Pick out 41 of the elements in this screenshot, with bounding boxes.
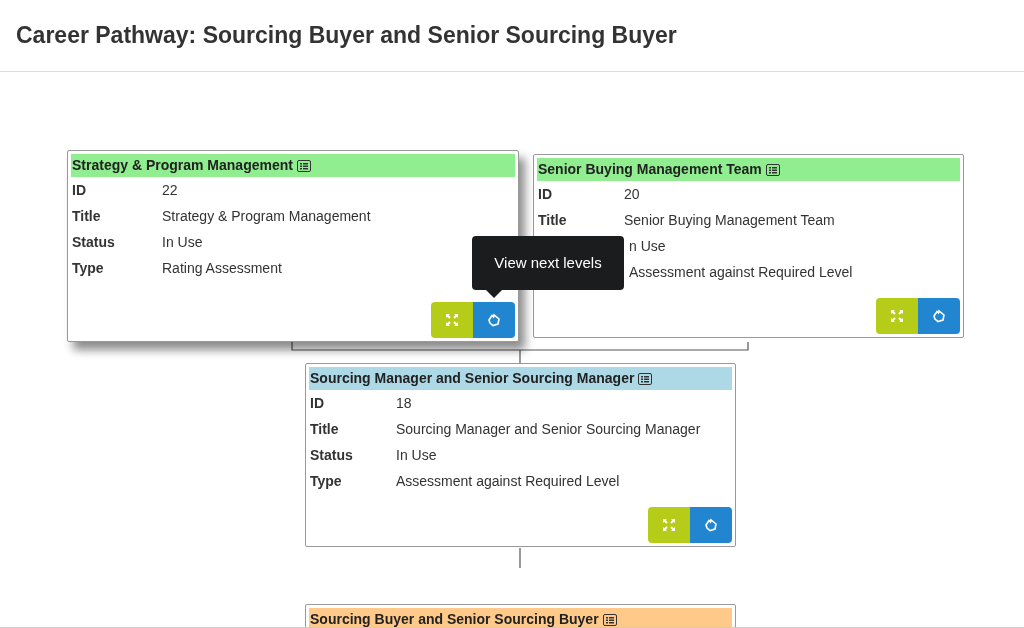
field-label: ID (310, 394, 324, 411)
field-value: Assessment against Required Level (628, 262, 853, 282)
field-label: Title (310, 420, 339, 437)
field-label: ID (538, 185, 552, 202)
field-value: Rating Assessment (162, 258, 282, 278)
list-icon (296, 159, 311, 172)
list-icon (765, 163, 780, 176)
expand-icon (663, 519, 675, 531)
view-next-levels-button[interactable] (690, 507, 732, 543)
field-value: 22 (162, 180, 178, 200)
field-value: Strategy & Program Management (162, 206, 371, 226)
field-label: Title (538, 211, 567, 228)
expand-icon (446, 314, 458, 326)
card-title: Sourcing Manager and Senior Sourcing Manager (310, 369, 635, 388)
expand-button[interactable] (876, 298, 918, 334)
field-label: Status (72, 233, 115, 250)
field-label: ID (72, 181, 86, 198)
field-value: In Use (396, 445, 437, 465)
card-title: Senior Buying Management Team (538, 160, 762, 179)
page-title: Career Pathway: Sourcing Buyer and Senior Sourcing Buyer (16, 21, 677, 51)
view-next-levels-button[interactable] (473, 302, 515, 338)
field-value: In Use (162, 232, 203, 252)
expand-icon (891, 310, 903, 322)
field-label: Title (72, 207, 101, 224)
field-label: Status (310, 446, 353, 463)
field-value: Assessment against Required Level (396, 471, 620, 491)
field-value: 18 (396, 393, 412, 413)
tooltip-text: View next levels (494, 252, 602, 273)
field-label: Type (72, 259, 104, 276)
list-icon (602, 613, 617, 626)
field-value: n Use (628, 236, 666, 256)
card-title: Strategy & Program Management (72, 156, 293, 175)
card-title: Sourcing Buyer and Senior Sourcing Buyer (310, 610, 599, 627)
field-value: 20 (624, 184, 640, 204)
field-label: Type (310, 472, 342, 489)
view-next-levels-button[interactable] (918, 298, 960, 334)
field-value: Sourcing Manager and Senior Sourcing Manager (396, 419, 701, 439)
expand-button[interactable] (648, 507, 690, 543)
expand-button[interactable] (431, 302, 473, 338)
field-value: Senior Buying Management Team (624, 210, 835, 230)
list-icon (638, 372, 653, 385)
